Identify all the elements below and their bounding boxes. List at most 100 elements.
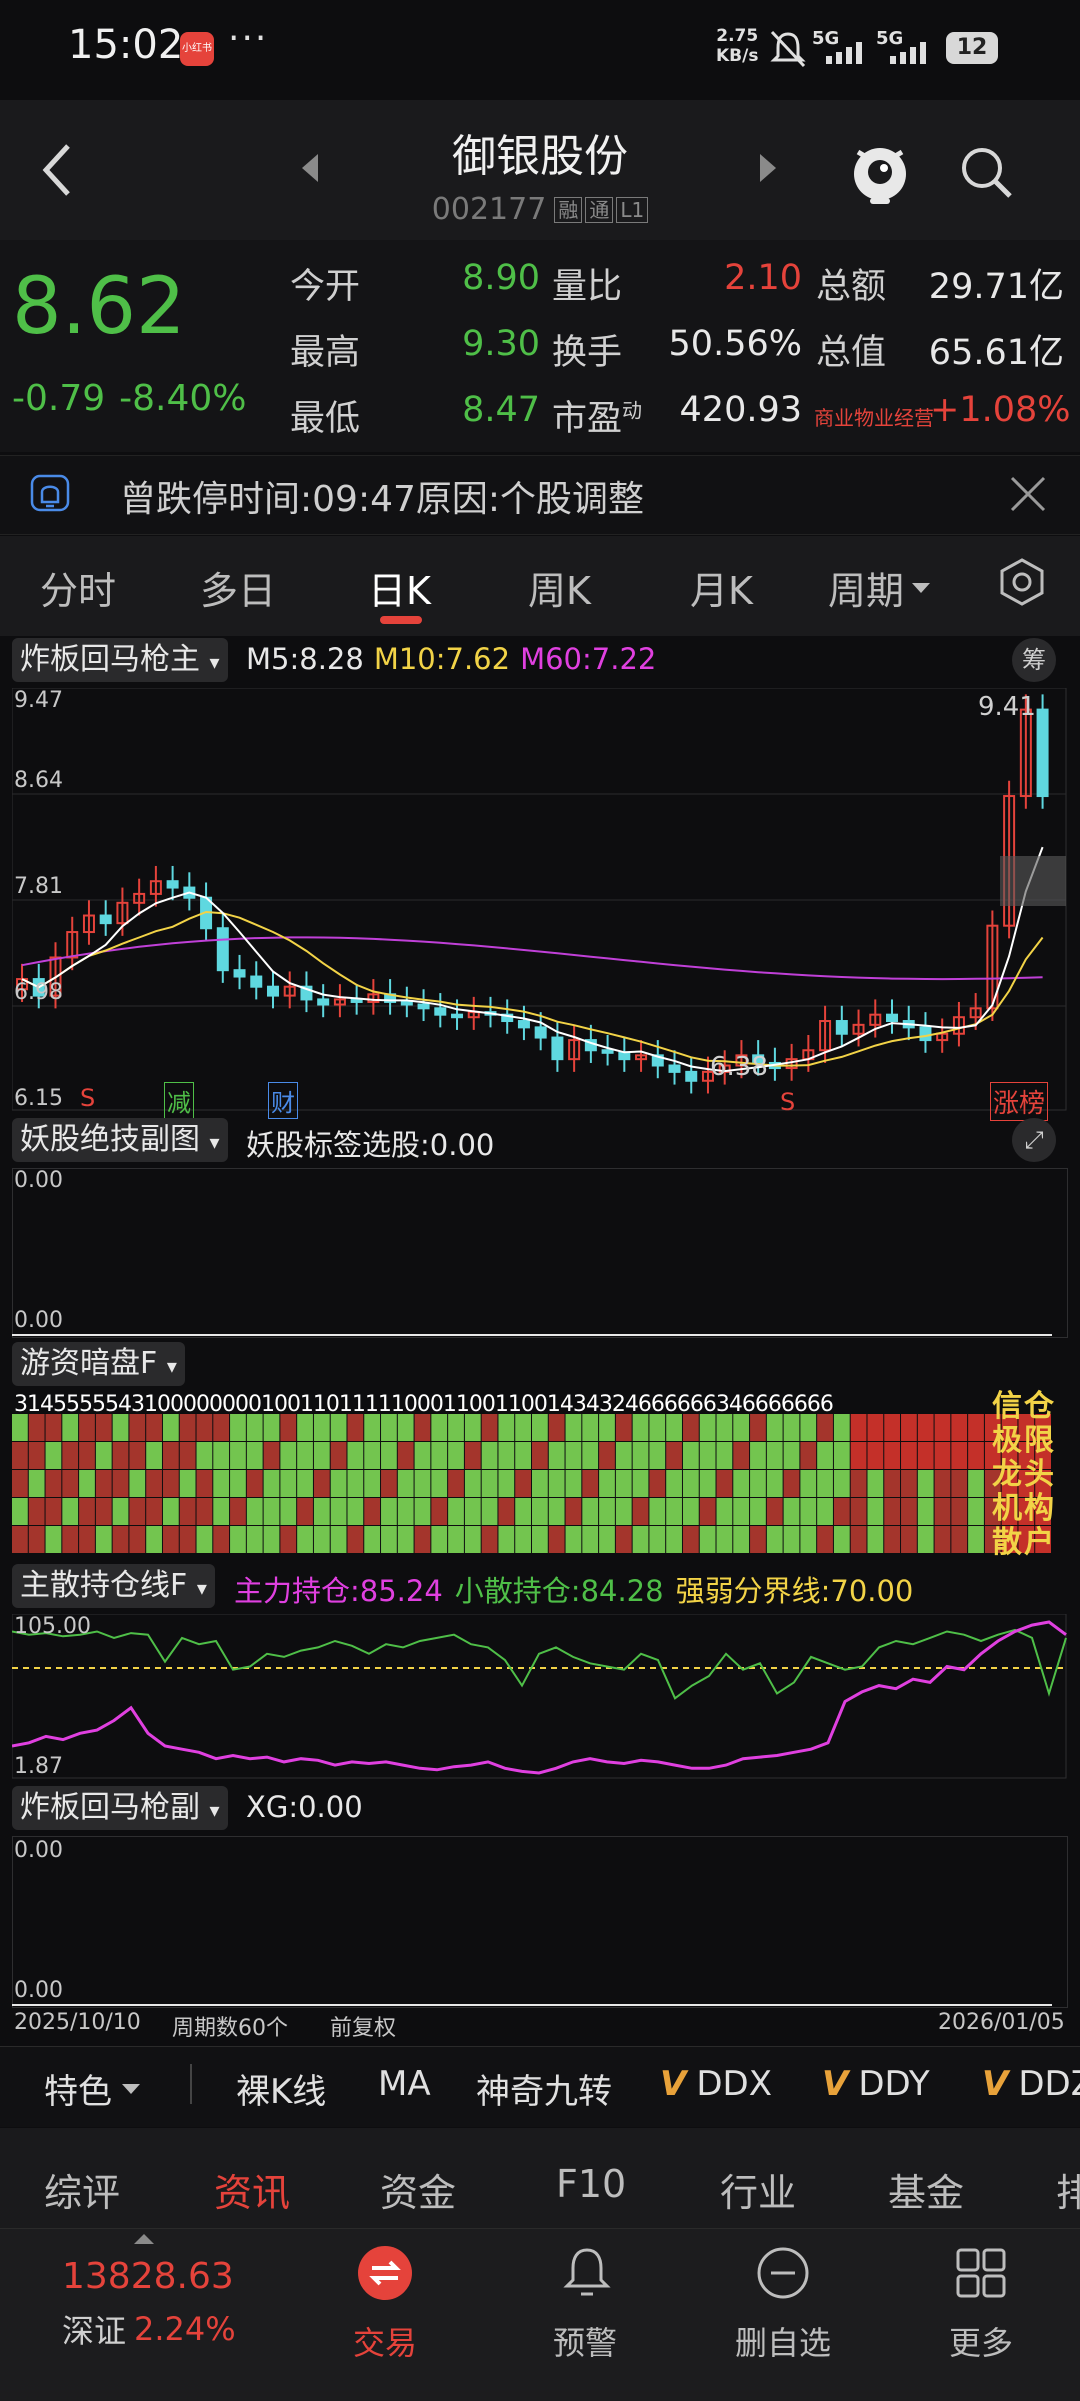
heatmap-cell [146, 1414, 162, 1441]
heatmap-cell [196, 1498, 213, 1525]
heatmap-cell [213, 1498, 230, 1525]
tab-fund[interactable]: 基金 [888, 2162, 964, 2217]
chevron-down-icon: ▾ [209, 1798, 220, 1822]
heatmap-cell [397, 1442, 414, 1469]
search-icon[interactable] [956, 142, 1016, 202]
turnover-amount-value: 29.71亿 [928, 267, 1064, 307]
heatmap-cell [112, 1498, 129, 1525]
tab-weekly-k[interactable]: 周K [528, 560, 591, 615]
pe-label: 市盈动 [552, 390, 642, 441]
sub4-indicator-selector[interactable]: 炸板回马枪副 ▾ [12, 1786, 228, 1830]
heatmap-cell [917, 1526, 934, 1553]
heatmap-cell [12, 1526, 28, 1553]
tab-multi-day[interactable]: 多日 [200, 560, 276, 615]
adjust-mode[interactable]: 前复权 [330, 2010, 396, 2042]
heatmap-cell [196, 1442, 213, 1469]
heatmap-cell [548, 1470, 565, 1497]
prev-stock-arrow-icon[interactable] [298, 150, 322, 186]
heatmap-cell [716, 1442, 733, 1469]
heatmap-side-text: 信极龙机散 [992, 1389, 1022, 1560]
alert-bell-icon[interactable] [558, 2244, 616, 2302]
index-summary[interactable]: 深证 2.24% [62, 2306, 236, 2352]
tab-intraday[interactable]: 分时 [40, 560, 116, 615]
tab-more-cut[interactable]: 排 [1056, 2162, 1080, 2217]
main-indicator-label: 炸板回马枪主 [20, 642, 200, 677]
nav-more[interactable]: 更多 [921, 2318, 1041, 2364]
nav-remove-watchlist[interactable]: 删自选 [723, 2318, 843, 2364]
mute-icon [770, 30, 806, 68]
volume-ratio-label: 量比 [552, 267, 623, 307]
feature-ddy[interactable]: V DDY [822, 2064, 930, 2104]
feature-ddz[interactable]: VDDZ [982, 2064, 1080, 2104]
heatmap-cell [867, 1442, 884, 1469]
heatmap-cell [968, 1414, 984, 1441]
nav-alert[interactable]: 预警 [525, 2318, 645, 2364]
heatmap-cell [28, 1414, 45, 1441]
heatmap-cell [766, 1470, 783, 1497]
sub4-panel[interactable] [12, 1836, 1068, 2008]
heatmap-cell [615, 1414, 632, 1441]
tab-period-dropdown[interactable]: 周期 [828, 560, 932, 615]
feature-ma[interactable]: MA [378, 2064, 431, 2104]
more-notifications-icon: ··· [228, 18, 269, 59]
sub2-indicator-selector[interactable]: 游资暗盘F ▾ [12, 1342, 185, 1386]
heatmap-cell [364, 1526, 381, 1553]
high-label: 最高 [290, 333, 361, 373]
heatmap-cell [62, 1414, 79, 1441]
tab-f10[interactable]: F10 [556, 2162, 626, 2206]
tab-monthly-k[interactable]: 月K [690, 560, 753, 615]
heatmap-cell [213, 1442, 230, 1469]
heatmap-cell [968, 1470, 984, 1497]
holding-line-chart[interactable] [12, 1614, 1068, 1780]
mascot-assistant-icon[interactable] [848, 138, 912, 206]
tab-overview[interactable]: 综评 [44, 2162, 120, 2217]
ddz-label: DDZ [1018, 2064, 1080, 2104]
heatmap-cell [632, 1526, 649, 1553]
candlestick-chart[interactable] [12, 688, 1068, 1112]
feature-magic-nine[interactable]: 神奇九转 [476, 2064, 612, 2113]
marker-reduce[interactable]: 减 [164, 1082, 194, 1119]
close-icon[interactable] [1008, 474, 1048, 514]
pe-label-sup: 动 [622, 398, 643, 423]
heatmap-cell [280, 1442, 297, 1469]
heatmap-cell [414, 1414, 431, 1441]
expand-icon[interactable]: ⤢ [1012, 1118, 1056, 1162]
settings-icon[interactable] [996, 556, 1048, 608]
marker-finance[interactable]: 财 [268, 1082, 298, 1119]
chip-distribution-button[interactable]: 筹 [1012, 638, 1056, 682]
marker-limit-up-list[interactable]: 涨榜 [990, 1082, 1049, 1121]
feature-dropdown[interactable]: 特色 [44, 2064, 142, 2113]
sub3-indicator-selector[interactable]: 主散持仓线F ▾ [12, 1564, 215, 1608]
sector-name[interactable]: 商业物业经营 [814, 402, 934, 431]
main-indicator-selector[interactable]: 炸板回马枪主 ▾ [12, 638, 228, 682]
more-grid-icon[interactable] [952, 2244, 1010, 2302]
remove-watchlist-icon[interactable] [754, 2244, 812, 2302]
sub1-indicator-selector[interactable]: 妖股绝技副图 ▾ [12, 1118, 228, 1162]
trade-icon[interactable] [356, 2244, 414, 2302]
tab-daily-k[interactable]: 日K [368, 560, 431, 615]
ma60-line [21, 936, 1043, 981]
sector-change[interactable]: +1.08% [930, 390, 1071, 430]
nav-trade[interactable]: 交易 [325, 2318, 445, 2364]
heatmap-cell [699, 1470, 716, 1497]
marker-s-2[interactable]: S [780, 1088, 795, 1116]
heatmap-cell [431, 1526, 448, 1553]
tab-industry[interactable]: 行业 [720, 2162, 796, 2217]
feature-naked-k[interactable]: 裸K线 [236, 2064, 326, 2113]
back-arrow-icon[interactable] [38, 140, 78, 200]
heatmap-cell [297, 1498, 313, 1525]
sub4-value: XG:0.00 [246, 1790, 363, 1824]
feature-ddx[interactable]: V DDX [660, 2064, 772, 2104]
tab-funds-flow[interactable]: 资金 [380, 2162, 456, 2217]
marker-s-1[interactable]: S [80, 1084, 95, 1112]
heatmap-cell [381, 1498, 397, 1525]
y-label-2: 8.64 [14, 768, 63, 793]
chevron-up-icon[interactable] [132, 2232, 156, 2246]
heatmap-cell [682, 1442, 699, 1469]
index-value[interactable]: 13828.63 [62, 2256, 234, 2297]
heatmap-cell [682, 1414, 699, 1441]
heatmap-cell [347, 1414, 364, 1441]
next-stock-arrow-icon[interactable] [756, 150, 780, 186]
tab-news[interactable]: 资讯 [214, 2162, 290, 2217]
sub1-panel[interactable] [12, 1168, 1068, 1338]
